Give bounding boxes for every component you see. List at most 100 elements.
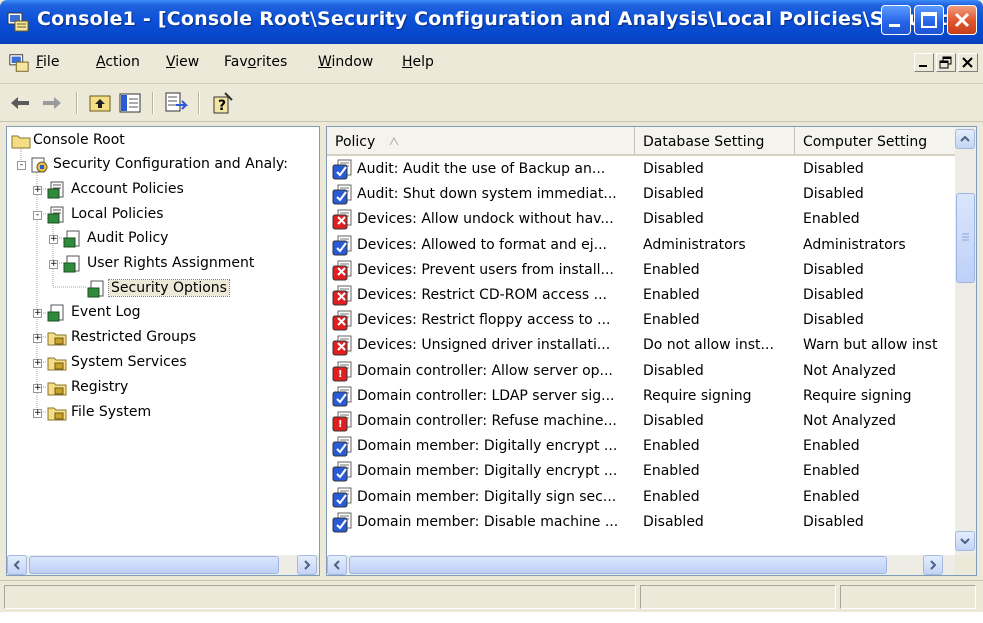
scroll-left-button[interactable] xyxy=(7,555,27,575)
menu-file[interactable]: File xyxy=(36,54,59,70)
table-row[interactable]: Devices: Restrict CD-ROM access ... Enabl… xyxy=(327,283,955,308)
table-row[interactable]: Devices: Restrict floppy access to ... En… xyxy=(327,308,955,333)
tree-node-system-services[interactable]: + System Services xyxy=(7,351,317,375)
menu-help[interactable]: Help xyxy=(402,54,434,70)
console-tree[interactable]: Console Root - Security Configuration an… xyxy=(6,126,320,576)
status-panel-secondary xyxy=(640,585,836,609)
column-header-database-setting[interactable]: Database Setting xyxy=(635,127,795,154)
table-row[interactable]: ! Domain controller: Allow server op... Di… xyxy=(327,359,955,384)
svg-text:?: ? xyxy=(218,98,226,114)
mdi-restore-button[interactable] xyxy=(936,53,956,72)
expand-toggle[interactable]: + xyxy=(49,260,58,269)
svg-text:!: ! xyxy=(338,419,343,430)
results-list[interactable]: Policy Database Setting Computer Setting… xyxy=(326,126,977,576)
table-row[interactable]: Domain member: Digitally sign sec... Enab… xyxy=(327,485,955,510)
maximize-button[interactable] xyxy=(914,5,944,35)
column-header-policy[interactable]: Policy xyxy=(327,127,635,154)
scroll-down-button[interactable] xyxy=(955,531,975,551)
tree-node-file-system[interactable]: + File System xyxy=(7,401,317,425)
mdi-close-button[interactable] xyxy=(958,53,978,72)
menu-view[interactable]: View xyxy=(166,54,199,70)
expand-toggle[interactable]: + xyxy=(33,334,42,343)
computer-setting: Disabled xyxy=(803,513,864,530)
database-setting: Do not allow inst... xyxy=(643,337,774,354)
expand-toggle[interactable]: + xyxy=(33,186,42,195)
collapse-toggle[interactable]: - xyxy=(33,211,42,220)
table-row[interactable]: Devices: Allow undock without hav... Disa… xyxy=(327,207,955,232)
expand-toggle[interactable]: + xyxy=(33,384,42,393)
mmc-console-icon[interactable] xyxy=(8,52,30,74)
database-setting: Enabled xyxy=(643,312,700,329)
show-hide-tree-icon[interactable] xyxy=(118,91,142,115)
table-row[interactable]: Domain member: Digitally encrypt ... Enab… xyxy=(327,459,955,484)
tree-node-security-configuration[interactable]: - Security Configuration and Analy: xyxy=(7,153,317,177)
table-row[interactable]: Domain controller: LDAP server sig... Req… xyxy=(327,384,955,409)
computer-setting: Disabled xyxy=(803,261,864,278)
policy-name: Devices: Restrict CD-ROM access ... xyxy=(357,287,607,303)
scroll-right-button[interactable] xyxy=(297,555,317,575)
title-bar[interactable]: Console1 - [Console Root\Security Config… xyxy=(0,0,983,44)
scroll-thumb[interactable] xyxy=(349,556,887,574)
tree-node-restricted-groups[interactable]: + Restricted Groups xyxy=(7,326,317,350)
policy-name: Domain member: Digitally encrypt ... xyxy=(357,463,618,480)
table-row[interactable]: Domain member: Digitally encrypt ... Enab… xyxy=(327,434,955,459)
back-arrow-icon[interactable] xyxy=(8,91,32,115)
grip-icon xyxy=(962,233,969,241)
database-setting: Disabled xyxy=(643,186,704,203)
close-button[interactable] xyxy=(947,5,977,35)
database-setting: Enabled xyxy=(643,287,700,303)
forward-arrow-icon[interactable] xyxy=(40,91,64,115)
scroll-right-button[interactable] xyxy=(923,555,943,575)
minimize-button[interactable] xyxy=(881,5,911,35)
policy-icon xyxy=(63,230,80,248)
scroll-thumb[interactable] xyxy=(956,193,975,283)
database-setting: Disabled xyxy=(643,362,704,379)
policy-name: Devices: Allow undock without hav... xyxy=(357,211,614,228)
policy-name: Devices: Restrict floppy access to ... xyxy=(357,312,611,329)
mmc-console-icon xyxy=(7,12,29,32)
list-horizontal-scrollbar[interactable] xyxy=(327,555,955,575)
toolbar-separator xyxy=(152,92,154,114)
scroll-left-button[interactable] xyxy=(327,555,347,575)
tree-node-registry[interactable]: + Registry xyxy=(7,376,317,400)
tree-node-user-rights-assignment[interactable]: + User Rights Assignment xyxy=(7,252,317,276)
tree-node-label: User Rights Assignment xyxy=(87,255,255,271)
expand-toggle[interactable]: + xyxy=(49,235,58,244)
expand-toggle[interactable]: + xyxy=(33,359,42,368)
list-vertical-scrollbar[interactable] xyxy=(955,127,976,555)
menu-bar: File Action View Favorites Window Help xyxy=(0,44,983,84)
expand-toggle[interactable]: + xyxy=(33,309,42,318)
table-row[interactable]: Devices: Prevent users from install... En… xyxy=(327,258,955,283)
export-list-icon[interactable] xyxy=(164,91,188,115)
table-row[interactable]: Audit: Shut down system immediat... Disab… xyxy=(327,182,955,207)
help-icon[interactable]: ? xyxy=(210,91,234,115)
table-row[interactable]: ! Domain controller: Refuse machine... Dis… xyxy=(327,409,955,434)
menu-favorites[interactable]: Favorites xyxy=(224,54,287,70)
tree-horizontal-scrollbar[interactable] xyxy=(7,555,319,575)
mdi-minimize-button[interactable] xyxy=(914,53,934,72)
table-row[interactable]: Devices: Unsigned driver installati... Do… xyxy=(327,333,955,358)
table-row[interactable]: Audit: Audit the use of Backup an... Disa… xyxy=(327,157,955,182)
collapse-toggle[interactable]: - xyxy=(17,161,26,170)
scroll-thumb[interactable] xyxy=(29,556,279,574)
menu-action[interactable]: Action xyxy=(96,54,140,70)
menu-window[interactable]: Window xyxy=(318,54,373,70)
tree-node-security-options[interactable]: Security Options xyxy=(7,277,317,301)
policy-name: Devices: Unsigned driver installati... xyxy=(357,337,611,354)
tree-node-local-policies[interactable]: - Local Policies xyxy=(7,203,317,227)
policy-match-icon xyxy=(332,159,352,180)
expand-toggle[interactable]: + xyxy=(33,409,42,418)
column-header-computer-setting[interactable]: Computer Setting xyxy=(795,127,955,154)
scroll-up-button[interactable] xyxy=(955,129,975,149)
tree-node-console-root[interactable]: Console Root xyxy=(7,129,317,153)
tree-node-account-policies[interactable]: + Account Policies xyxy=(7,178,317,202)
up-folder-icon[interactable] xyxy=(88,91,112,115)
table-row[interactable]: Devices: Allowed to format and ej... Admi… xyxy=(327,233,955,258)
tree-node-audit-policy[interactable]: + Audit Policy xyxy=(7,227,317,251)
tree-node-event-log[interactable]: + Event Log xyxy=(7,301,317,325)
chevron-left-icon xyxy=(333,560,340,570)
menu-favorites-rest: rites xyxy=(256,54,288,70)
table-row[interactable]: Domain member: Disable machine ... Disabl… xyxy=(327,510,955,535)
menu-file-accel: F xyxy=(36,54,44,70)
mmc-window: Console1 - [Console Root\Security Config… xyxy=(0,0,983,612)
